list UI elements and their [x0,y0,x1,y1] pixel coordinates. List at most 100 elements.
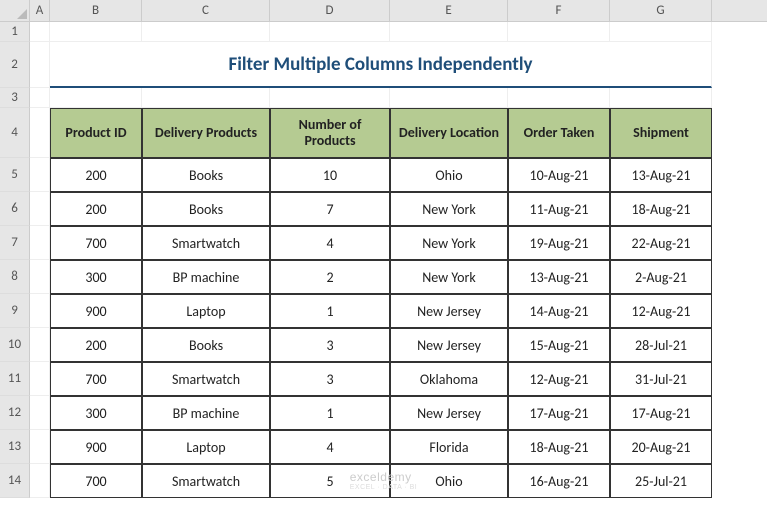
table-cell[interactable]: BP machine [142,396,270,430]
table-cell[interactable]: New Jersey [390,396,508,430]
table-cell[interactable]: 300 [50,396,142,430]
table-cell[interactable]: 13-Aug-21 [610,158,712,192]
row-header-14[interactable]: 14 [0,464,30,498]
table-cell[interactable]: Ohio [390,158,508,192]
table-cell[interactable]: 10 [270,158,390,192]
table-cell[interactable]: 12-Aug-21 [610,294,712,328]
row-header-4[interactable]: 4 [0,108,30,158]
table-cell[interactable]: 700 [50,362,142,396]
row-header-13[interactable]: 13 [0,430,30,464]
table-cell[interactable]: 900 [50,430,142,464]
cell-A4[interactable] [30,108,50,158]
table-cell[interactable]: Laptop [142,430,270,464]
table-cell[interactable]: 31-Jul-21 [610,362,712,396]
cell-D3[interactable] [270,88,390,108]
table-cell[interactable]: New York [390,192,508,226]
page-title[interactable]: Filter Multiple Columns Independently [50,42,712,88]
table-cell[interactable]: 3 [270,328,390,362]
table-cell[interactable]: Books [142,328,270,362]
table-cell[interactable]: 10-Aug-21 [508,158,610,192]
col-header-B[interactable]: B [50,0,142,21]
table-cell[interactable]: 13-Aug-21 [508,260,610,294]
table-cell[interactable]: 25-Jul-21 [610,464,712,498]
col-header-A[interactable]: A [30,0,50,21]
cell-B3[interactable] [50,88,142,108]
cell-A2[interactable] [30,42,50,88]
table-cell[interactable]: 5 [270,464,390,498]
table-cell[interactable]: 17-Aug-21 [610,396,712,430]
table-cell[interactable]: Florida [390,430,508,464]
table-cell[interactable]: 300 [50,260,142,294]
table-cell[interactable]: 1 [270,294,390,328]
cell-A14[interactable] [30,464,50,498]
table-cell[interactable]: 18-Aug-21 [508,430,610,464]
table-cell[interactable]: 14-Aug-21 [508,294,610,328]
table-cell[interactable]: 2 [270,260,390,294]
table-cell[interactable]: Books [142,192,270,226]
cell-A7[interactable] [30,226,50,260]
table-cell[interactable]: New Jersey [390,294,508,328]
cell-F1[interactable] [508,22,610,42]
table-cell[interactable]: 4 [270,226,390,260]
table-cell[interactable]: 7 [270,192,390,226]
cell-D1[interactable] [270,22,390,42]
table-cell[interactable]: 200 [50,328,142,362]
table-cell[interactable]: 19-Aug-21 [508,226,610,260]
table-cell[interactable]: 2-Aug-21 [610,260,712,294]
cell-A9[interactable] [30,294,50,328]
table-cell[interactable]: 16-Aug-21 [508,464,610,498]
table-cell[interactable]: 200 [50,158,142,192]
table-cell[interactable]: 700 [50,226,142,260]
col-header-E[interactable]: E [390,0,508,21]
cell-A12[interactable] [30,396,50,430]
table-cell[interactable]: 200 [50,192,142,226]
cell-G3[interactable] [610,88,712,108]
table-cell[interactable]: 20-Aug-21 [610,430,712,464]
table-cell[interactable]: 28-Jul-21 [610,328,712,362]
cell-A1[interactable] [30,22,50,42]
th-product-id[interactable]: Product ID [50,108,142,158]
cell-A11[interactable] [30,362,50,396]
row-header-9[interactable]: 9 [0,294,30,328]
table-cell[interactable]: Smartwatch [142,464,270,498]
row-header-12[interactable]: 12 [0,396,30,430]
cell-G1[interactable] [610,22,712,42]
table-cell[interactable]: 1 [270,396,390,430]
col-header-F[interactable]: F [508,0,610,21]
table-cell[interactable]: 15-Aug-21 [508,328,610,362]
th-delivery-products[interactable]: Delivery Products [142,108,270,158]
table-cell[interactable]: Ohio [390,464,508,498]
table-cell[interactable]: BP machine [142,260,270,294]
select-all-corner[interactable] [0,0,30,21]
table-cell[interactable]: 11-Aug-21 [508,192,610,226]
row-header-5[interactable]: 5 [0,158,30,192]
row-header-1[interactable]: 1 [0,22,30,42]
table-cell[interactable]: Oklahoma [390,362,508,396]
cell-E3[interactable] [390,88,508,108]
cell-A13[interactable] [30,430,50,464]
table-cell[interactable]: New Jersey [390,328,508,362]
table-cell[interactable]: Smartwatch [142,362,270,396]
table-cell[interactable]: 3 [270,362,390,396]
table-cell[interactable]: New York [390,226,508,260]
cell-F3[interactable] [508,88,610,108]
row-header-3[interactable]: 3 [0,88,30,108]
row-header-6[interactable]: 6 [0,192,30,226]
cell-A6[interactable] [30,192,50,226]
table-cell[interactable]: 900 [50,294,142,328]
th-shipment[interactable]: Shipment [610,108,712,158]
col-header-C[interactable]: C [142,0,270,21]
cell-C3[interactable] [142,88,270,108]
cell-E1[interactable] [390,22,508,42]
table-cell[interactable]: 17-Aug-21 [508,396,610,430]
row-header-2[interactable]: 2 [0,42,30,88]
col-header-D[interactable]: D [270,0,390,21]
cell-A5[interactable] [30,158,50,192]
row-header-11[interactable]: 11 [0,362,30,396]
cell-A3[interactable] [30,88,50,108]
cell-B1[interactable] [50,22,142,42]
table-cell[interactable]: Books [142,158,270,192]
col-header-G[interactable]: G [610,0,712,21]
th-delivery-location[interactable]: Delivery Location [390,108,508,158]
table-cell[interactable]: 700 [50,464,142,498]
